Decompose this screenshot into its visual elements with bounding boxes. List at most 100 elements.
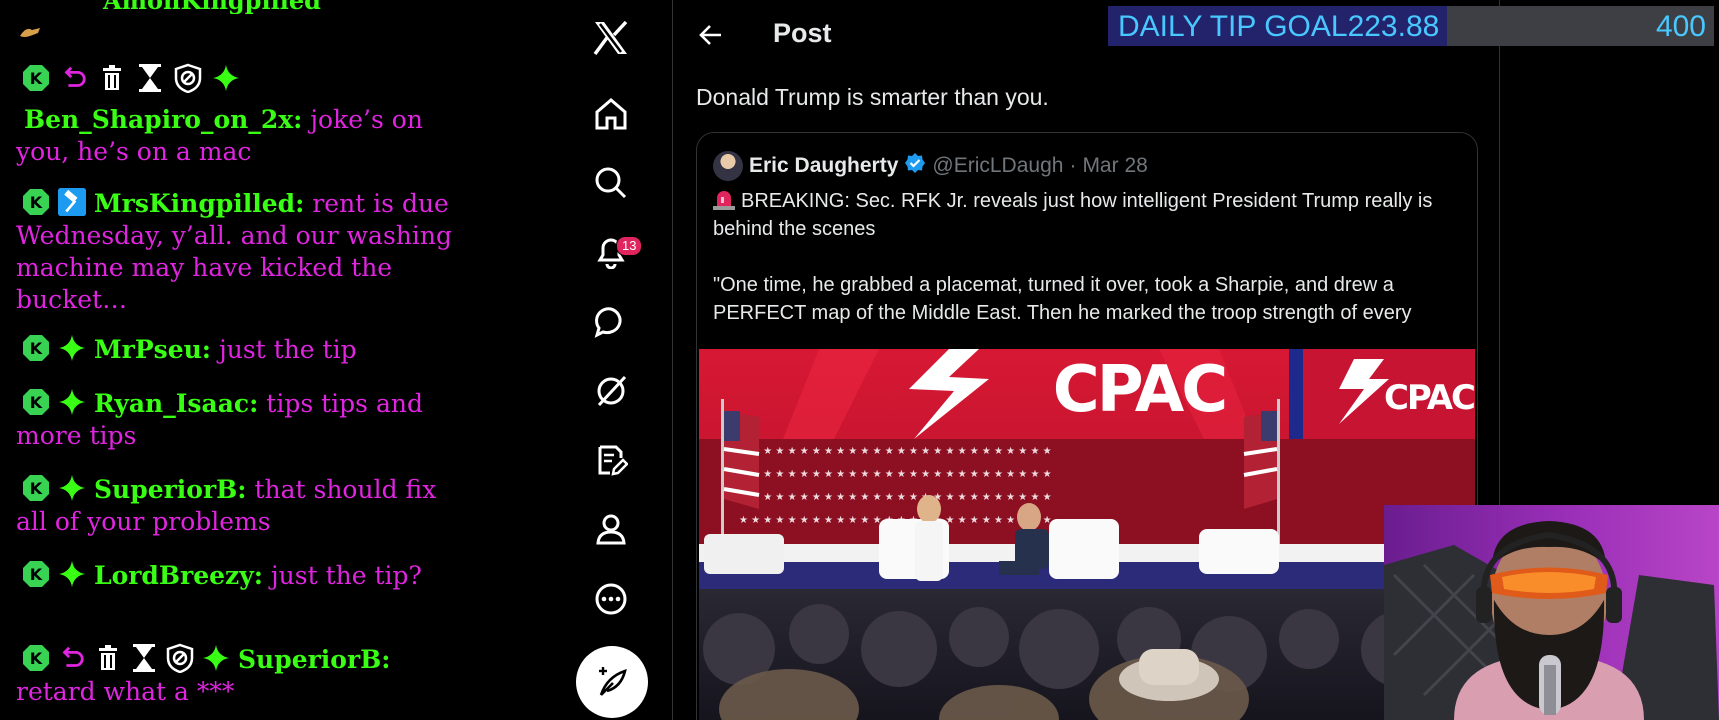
mod-k-badge-icon: K [22, 64, 50, 92]
avatar[interactable] [713, 151, 743, 181]
chat-username: LordBreezy: [94, 561, 263, 590]
chat-badges: K [16, 643, 230, 673]
quoted-post-date[interactable]: Mar 28 [1082, 154, 1147, 178]
mod-k-badge-icon: K [22, 388, 50, 416]
chat-badges: K [16, 474, 86, 502]
streamer-image [1384, 521, 1719, 720]
chat-partial-message: AmonKingpilled [18, 0, 458, 14]
chat-username: SuperiorB: [238, 645, 391, 674]
chat-username: Ryan_Isaac: [94, 389, 259, 418]
chat-badges: K [16, 188, 86, 216]
x-logo-icon[interactable] [585, 12, 637, 64]
tip-goal-title: DAILY TIP GOAL [1118, 10, 1348, 43]
page-title: Post [773, 18, 832, 48]
svg-text:K: K [30, 479, 43, 498]
tip-goal-current: 223.88 [1347, 10, 1440, 43]
chat-message: K MrPseu: just the tip [16, 334, 456, 366]
grok-icon[interactable] [585, 365, 637, 417]
quoted-post[interactable]: Eric Daugherty @EricLDaugh · Mar 28 BREA… [696, 132, 1478, 720]
edit-document-icon[interactable] [585, 434, 637, 486]
compose-post-button[interactable] [576, 646, 648, 718]
sparkle-badge-icon [212, 64, 240, 92]
mod-k-badge-icon: K [22, 560, 50, 588]
svg-text:★ ★ ★ ★ ★ ★ ★ ★ ★ ★ ★ ★ ★ ★ ★: ★ ★ ★ ★ ★ ★ ★ ★ ★ ★ ★ ★ ★ ★ ★ ★ ★ ★ ★ ★ … [739, 446, 1052, 457]
quoted-paragraph: "One time, he grabbed a placemat, turned… [713, 274, 1412, 324]
ban-shield-icon[interactable] [174, 63, 202, 93]
chat-username: MrPseu: [94, 335, 212, 364]
svg-text:K: K [30, 193, 43, 212]
notifications-bell-icon[interactable]: 13 [585, 226, 643, 278]
sparkle-badge-icon [58, 388, 86, 416]
quoted-video[interactable]: CPAC CPAC ★ ★ ★ ★ ★ ★ ★ ★ ★ ★ ★ ★ ★ ★ ★ … [699, 349, 1475, 720]
quoted-author-handle[interactable]: @EricLDaugh [932, 154, 1063, 178]
ban-shield-icon[interactable] [166, 643, 194, 673]
sparkle-badge-icon [202, 644, 230, 672]
feather-plus-icon [599, 667, 627, 696]
back-arrow-icon[interactable] [693, 17, 729, 53]
chat-badges: K [16, 560, 86, 588]
svg-text:★ ★ ★ ★ ★ ★ ★ ★ ★ ★ ★ ★ ★ ★ ★: ★ ★ ★ ★ ★ ★ ★ ★ ★ ★ ★ ★ ★ ★ ★ ★ ★ ★ ★ ★ … [739, 469, 1052, 480]
chat-message: K MrsKingpilled: rent is due Wednesday, … [16, 188, 456, 316]
svg-text:K: K [30, 69, 43, 88]
svg-text:K: K [30, 339, 43, 358]
chat-text: just the tip [211, 335, 357, 364]
chat-username: MrsKingpilled: [94, 189, 305, 218]
nav-rail: 13 [575, 0, 647, 720]
mod-k-badge-icon: K [22, 334, 50, 362]
mod-k-badge-icon: K [22, 644, 50, 672]
trash-icon[interactable] [94, 644, 122, 672]
sparkle-badge-icon [58, 474, 86, 502]
tip-goal-target: 400 [1655, 10, 1706, 43]
svg-text:★ ★ ★ ★ ★ ★ ★ ★ ★ ★ ★ ★ ★ ★ ★: ★ ★ ★ ★ ★ ★ ★ ★ ★ ★ ★ ★ ★ ★ ★ ★ ★ ★ ★ ★ … [739, 492, 1052, 503]
undo-icon[interactable] [60, 64, 88, 92]
chat-badges: K [16, 334, 86, 362]
quoted-post-body: BREAKING: Sec. RFK Jr. reveals just how … [713, 187, 1463, 355]
streamer-webcam [1384, 505, 1719, 720]
tip-goal-label: DAILY TIP GOAL223.88 [1118, 10, 1439, 44]
chat-message: K SuperiorB: retard what a *** [16, 643, 456, 708]
more-options-icon[interactable] [585, 573, 637, 625]
chat-message: Ben_Shapiro_on_2x: joke’s on you, he’s o… [16, 104, 456, 168]
sparkle-badge-icon [58, 560, 86, 588]
timeout-hourglass-icon[interactable] [130, 644, 158, 672]
search-icon[interactable] [585, 157, 637, 209]
post-column: Post Donald Trump is smarter than you. E… [672, 0, 1500, 720]
hammer-badge-icon [58, 188, 86, 216]
tip-goal-bar: DAILY TIP GOAL223.88 400 [1108, 6, 1714, 46]
post-text: Donald Trump is smarter than you. [696, 84, 1049, 110]
svg-text:K: K [30, 393, 43, 412]
verified-badge-icon [904, 152, 926, 180]
siren-emoji-icon [713, 188, 735, 210]
svg-text:K: K [30, 649, 43, 668]
timeout-hourglass-icon[interactable] [136, 64, 164, 92]
undo-icon[interactable] [58, 644, 86, 672]
separator-dot: · [1069, 154, 1077, 177]
quoted-post-header: Eric Daugherty @EricLDaugh · Mar 28 [713, 151, 1148, 181]
cpac-logo-text: CPAC [1053, 353, 1226, 427]
profile-icon[interactable] [585, 503, 637, 555]
quoted-author-name[interactable]: Eric Daugherty [749, 154, 898, 178]
chat-message: K Ryan_Isaac: tips tips and more tips [16, 388, 456, 452]
chat-partial-username: AmonKingpilled [103, 0, 321, 14]
svg-text:K: K [30, 565, 43, 584]
svg-text:CPAC: CPAC [1384, 378, 1474, 418]
chat-badges: K [16, 388, 86, 416]
messages-icon[interactable] [585, 296, 637, 348]
sparkle-badge-icon [58, 334, 86, 362]
chat-overlay: AmonKingpilled K Ben_Shapiro_on_2x: joke… [0, 0, 470, 720]
notification-count-badge: 13 [616, 236, 643, 256]
chat-text: just the tip? [262, 561, 422, 590]
chat-username: SuperiorB: [94, 475, 247, 504]
home-icon[interactable] [585, 88, 637, 140]
chat-username: Ben_Shapiro_on_2x: [24, 105, 303, 134]
chat-text: retard what a *** [16, 677, 235, 706]
chat-badges-row: K [22, 63, 240, 93]
mod-k-badge-icon: K [22, 474, 50, 502]
cpac-stage-image: CPAC CPAC ★ ★ ★ ★ ★ ★ ★ ★ ★ ★ ★ ★ ★ ★ ★ … [699, 349, 1475, 720]
chat-message: K SuperiorB: that should fix all of your… [16, 474, 456, 538]
trash-icon[interactable] [98, 64, 126, 92]
chat-message: K LordBreezy: just the tip? [16, 560, 456, 592]
writing-hand-icon [20, 28, 40, 37]
mod-k-badge-icon: K [22, 188, 50, 216]
quoted-text-line: BREAKING: Sec. RFK Jr. reveals just how … [713, 190, 1433, 240]
